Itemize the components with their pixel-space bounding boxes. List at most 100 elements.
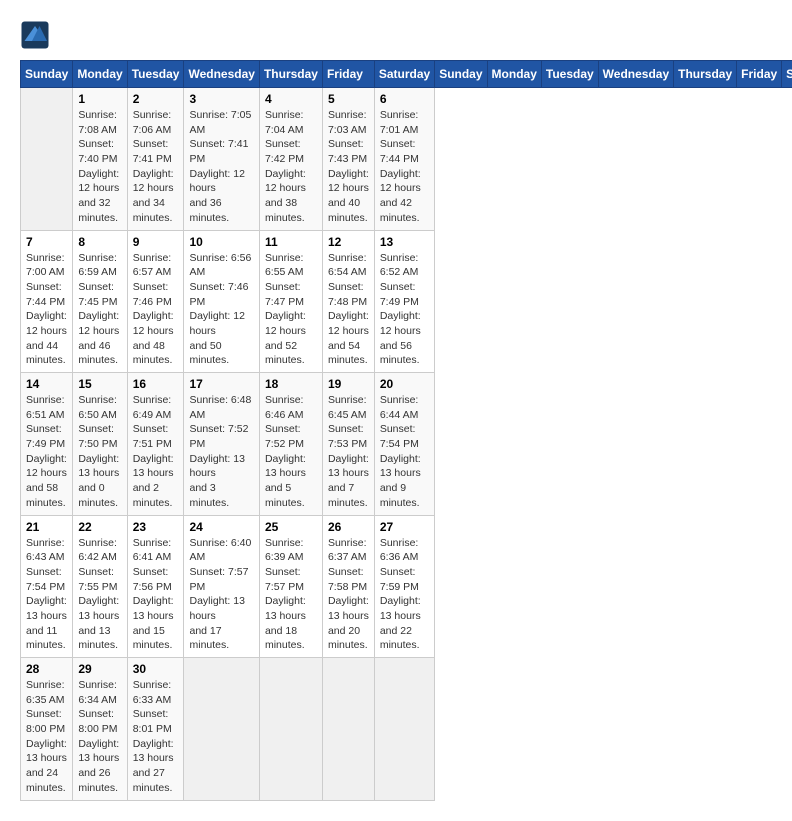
- day-number: 20: [380, 377, 429, 391]
- calendar-cell: 25 Sunrise: 6:39 AM Sunset: 7:57 PM Dayli…: [259, 515, 322, 658]
- day-info: Sunrise: 6:56 AM Sunset: 7:46 PM Dayligh…: [189, 251, 253, 369]
- day-number: 2: [133, 92, 179, 106]
- day-number: 9: [133, 235, 179, 249]
- day-number: 14: [26, 377, 67, 391]
- calendar-cell: 10 Sunrise: 6:56 AM Sunset: 7:46 PM Dayli…: [184, 230, 259, 373]
- calendar-cell: 17 Sunrise: 6:48 AM Sunset: 7:52 PM Dayli…: [184, 373, 259, 516]
- day-info: Sunrise: 6:35 AM Sunset: 8:00 PM Dayligh…: [26, 678, 67, 796]
- day-number: 3: [189, 92, 253, 106]
- calendar-week-3: 14 Sunrise: 6:51 AM Sunset: 7:49 PM Dayli…: [21, 373, 792, 516]
- calendar-cell: 14 Sunrise: 6:51 AM Sunset: 7:49 PM Dayli…: [21, 373, 73, 516]
- day-info: Sunrise: 6:59 AM Sunset: 7:45 PM Dayligh…: [78, 251, 121, 369]
- day-number: 13: [380, 235, 429, 249]
- day-info: Sunrise: 6:34 AM Sunset: 8:00 PM Dayligh…: [78, 678, 121, 796]
- column-header-monday: Monday: [487, 61, 541, 88]
- column-header-friday: Friday: [322, 61, 374, 88]
- column-header-monday: Monday: [73, 61, 127, 88]
- logo-icon: [20, 20, 50, 50]
- calendar-cell: 13Sunrise: 6:52 AM Sunset: 7:49 PM Dayli…: [374, 230, 434, 373]
- day-info: Sunrise: 6:57 AM Sunset: 7:46 PM Dayligh…: [133, 251, 179, 369]
- day-number: 17: [189, 377, 253, 391]
- calendar-cell: 1 Sunrise: 7:08 AM Sunset: 7:40 PM Daylig…: [73, 88, 127, 231]
- calendar-cell: 12Sunrise: 6:54 AM Sunset: 7:48 PM Dayli…: [322, 230, 374, 373]
- day-info: Sunrise: 7:05 AM Sunset: 7:41 PM Dayligh…: [189, 108, 253, 226]
- column-header-friday: Friday: [737, 61, 782, 88]
- calendar-week-4: 21 Sunrise: 6:43 AM Sunset: 7:54 PM Dayli…: [21, 515, 792, 658]
- day-number: 5: [328, 92, 369, 106]
- day-info: Sunrise: 6:39 AM Sunset: 7:57 PM Dayligh…: [265, 536, 317, 654]
- calendar-week-2: 7 Sunrise: 7:00 AM Sunset: 7:44 PM Daylig…: [21, 230, 792, 373]
- calendar-cell: 15 Sunrise: 6:50 AM Sunset: 7:50 PM Dayli…: [73, 373, 127, 516]
- calendar-cell: 20 Sunrise: 6:44 AM Sunset: 7:54 PM Dayli…: [374, 373, 434, 516]
- day-info: Sunrise: 6:36 AM Sunset: 7:59 PM Dayligh…: [380, 536, 429, 654]
- day-info: Sunrise: 7:08 AM Sunset: 7:40 PM Dayligh…: [78, 108, 121, 226]
- calendar-cell: [259, 658, 322, 801]
- day-info: Sunrise: 6:46 AM Sunset: 7:52 PM Dayligh…: [265, 393, 317, 511]
- day-number: 18: [265, 377, 317, 391]
- day-info: Sunrise: 7:00 AM Sunset: 7:44 PM Dayligh…: [26, 251, 67, 369]
- day-number: 4: [265, 92, 317, 106]
- calendar-cell: 7 Sunrise: 7:00 AM Sunset: 7:44 PM Daylig…: [21, 230, 73, 373]
- calendar-cell: [322, 658, 374, 801]
- day-number: 15: [78, 377, 121, 391]
- day-number: 22: [78, 520, 121, 534]
- calendar-cell: 23 Sunrise: 6:41 AM Sunset: 7:56 PM Dayli…: [127, 515, 184, 658]
- calendar-cell: 18 Sunrise: 6:46 AM Sunset: 7:52 PM Dayli…: [259, 373, 322, 516]
- day-number: 30: [133, 662, 179, 676]
- column-header-saturday: Saturday: [782, 61, 792, 88]
- calendar-week-5: 28Sunrise: 6:35 AM Sunset: 8:00 PM Dayli…: [21, 658, 792, 801]
- day-info: Sunrise: 6:43 AM Sunset: 7:54 PM Dayligh…: [26, 536, 67, 654]
- day-number: 11: [265, 235, 317, 249]
- calendar-cell: [21, 88, 73, 231]
- day-info: Sunrise: 7:06 AM Sunset: 7:41 PM Dayligh…: [133, 108, 179, 226]
- day-number: 27: [380, 520, 429, 534]
- day-number: 21: [26, 520, 67, 534]
- calendar-cell: 28Sunrise: 6:35 AM Sunset: 8:00 PM Dayli…: [21, 658, 73, 801]
- day-number: 8: [78, 235, 121, 249]
- calendar-cell: 24 Sunrise: 6:40 AM Sunset: 7:57 PM Dayli…: [184, 515, 259, 658]
- day-number: 16: [133, 377, 179, 391]
- column-header-thursday: Thursday: [259, 61, 322, 88]
- day-number: 26: [328, 520, 369, 534]
- day-info: Sunrise: 6:49 AM Sunset: 7:51 PM Dayligh…: [133, 393, 179, 511]
- day-number: 6: [380, 92, 429, 106]
- calendar-cell: [374, 658, 434, 801]
- calendar-cell: [184, 658, 259, 801]
- column-header-tuesday: Tuesday: [127, 61, 184, 88]
- calendar-cell: 5Sunrise: 7:03 AM Sunset: 7:43 PM Daylig…: [322, 88, 374, 231]
- day-number: 10: [189, 235, 253, 249]
- calendar-cell: 21 Sunrise: 6:43 AM Sunset: 7:54 PM Dayli…: [21, 515, 73, 658]
- day-number: 25: [265, 520, 317, 534]
- column-header-sunday: Sunday: [435, 61, 487, 88]
- calendar-cell: 26 Sunrise: 6:37 AM Sunset: 7:58 PM Dayli…: [322, 515, 374, 658]
- calendar-cell: 3 Sunrise: 7:05 AM Sunset: 7:41 PM Daylig…: [184, 88, 259, 231]
- calendar-cell: 30 Sunrise: 6:33 AM Sunset: 8:01 PM Dayli…: [127, 658, 184, 801]
- calendar-cell: 22 Sunrise: 6:42 AM Sunset: 7:55 PM Dayli…: [73, 515, 127, 658]
- day-info: Sunrise: 6:41 AM Sunset: 7:56 PM Dayligh…: [133, 536, 179, 654]
- day-info: Sunrise: 6:48 AM Sunset: 7:52 PM Dayligh…: [189, 393, 253, 511]
- day-info: Sunrise: 6:44 AM Sunset: 7:54 PM Dayligh…: [380, 393, 429, 511]
- day-info: Sunrise: 6:51 AM Sunset: 7:49 PM Dayligh…: [26, 393, 67, 511]
- column-header-saturday: Saturday: [374, 61, 434, 88]
- day-info: Sunrise: 6:50 AM Sunset: 7:50 PM Dayligh…: [78, 393, 121, 511]
- day-info: Sunrise: 7:04 AM Sunset: 7:42 PM Dayligh…: [265, 108, 317, 226]
- day-number: 1: [78, 92, 121, 106]
- day-number: 24: [189, 520, 253, 534]
- day-info: Sunrise: 6:42 AM Sunset: 7:55 PM Dayligh…: [78, 536, 121, 654]
- calendar-cell: 11Sunrise: 6:55 AM Sunset: 7:47 PM Dayli…: [259, 230, 322, 373]
- day-info: Sunrise: 6:40 AM Sunset: 7:57 PM Dayligh…: [189, 536, 253, 654]
- day-info: Sunrise: 6:33 AM Sunset: 8:01 PM Dayligh…: [133, 678, 179, 796]
- day-info: Sunrise: 6:37 AM Sunset: 7:58 PM Dayligh…: [328, 536, 369, 654]
- calendar-week-1: 1 Sunrise: 7:08 AM Sunset: 7:40 PM Daylig…: [21, 88, 792, 231]
- day-number: 23: [133, 520, 179, 534]
- day-number: 7: [26, 235, 67, 249]
- day-info: Sunrise: 7:01 AM Sunset: 7:44 PM Dayligh…: [380, 108, 429, 226]
- day-number: 19: [328, 377, 369, 391]
- page-header: [20, 20, 772, 50]
- day-number: 12: [328, 235, 369, 249]
- calendar-table: SundayMondayTuesdayWednesdayThursdayFrid…: [20, 60, 792, 801]
- calendar-cell: 8 Sunrise: 6:59 AM Sunset: 7:45 PM Daylig…: [73, 230, 127, 373]
- column-header-tuesday: Tuesday: [541, 61, 598, 88]
- calendar-cell: 29Sunrise: 6:34 AM Sunset: 8:00 PM Dayli…: [73, 658, 127, 801]
- calendar-cell: 2 Sunrise: 7:06 AM Sunset: 7:41 PM Daylig…: [127, 88, 184, 231]
